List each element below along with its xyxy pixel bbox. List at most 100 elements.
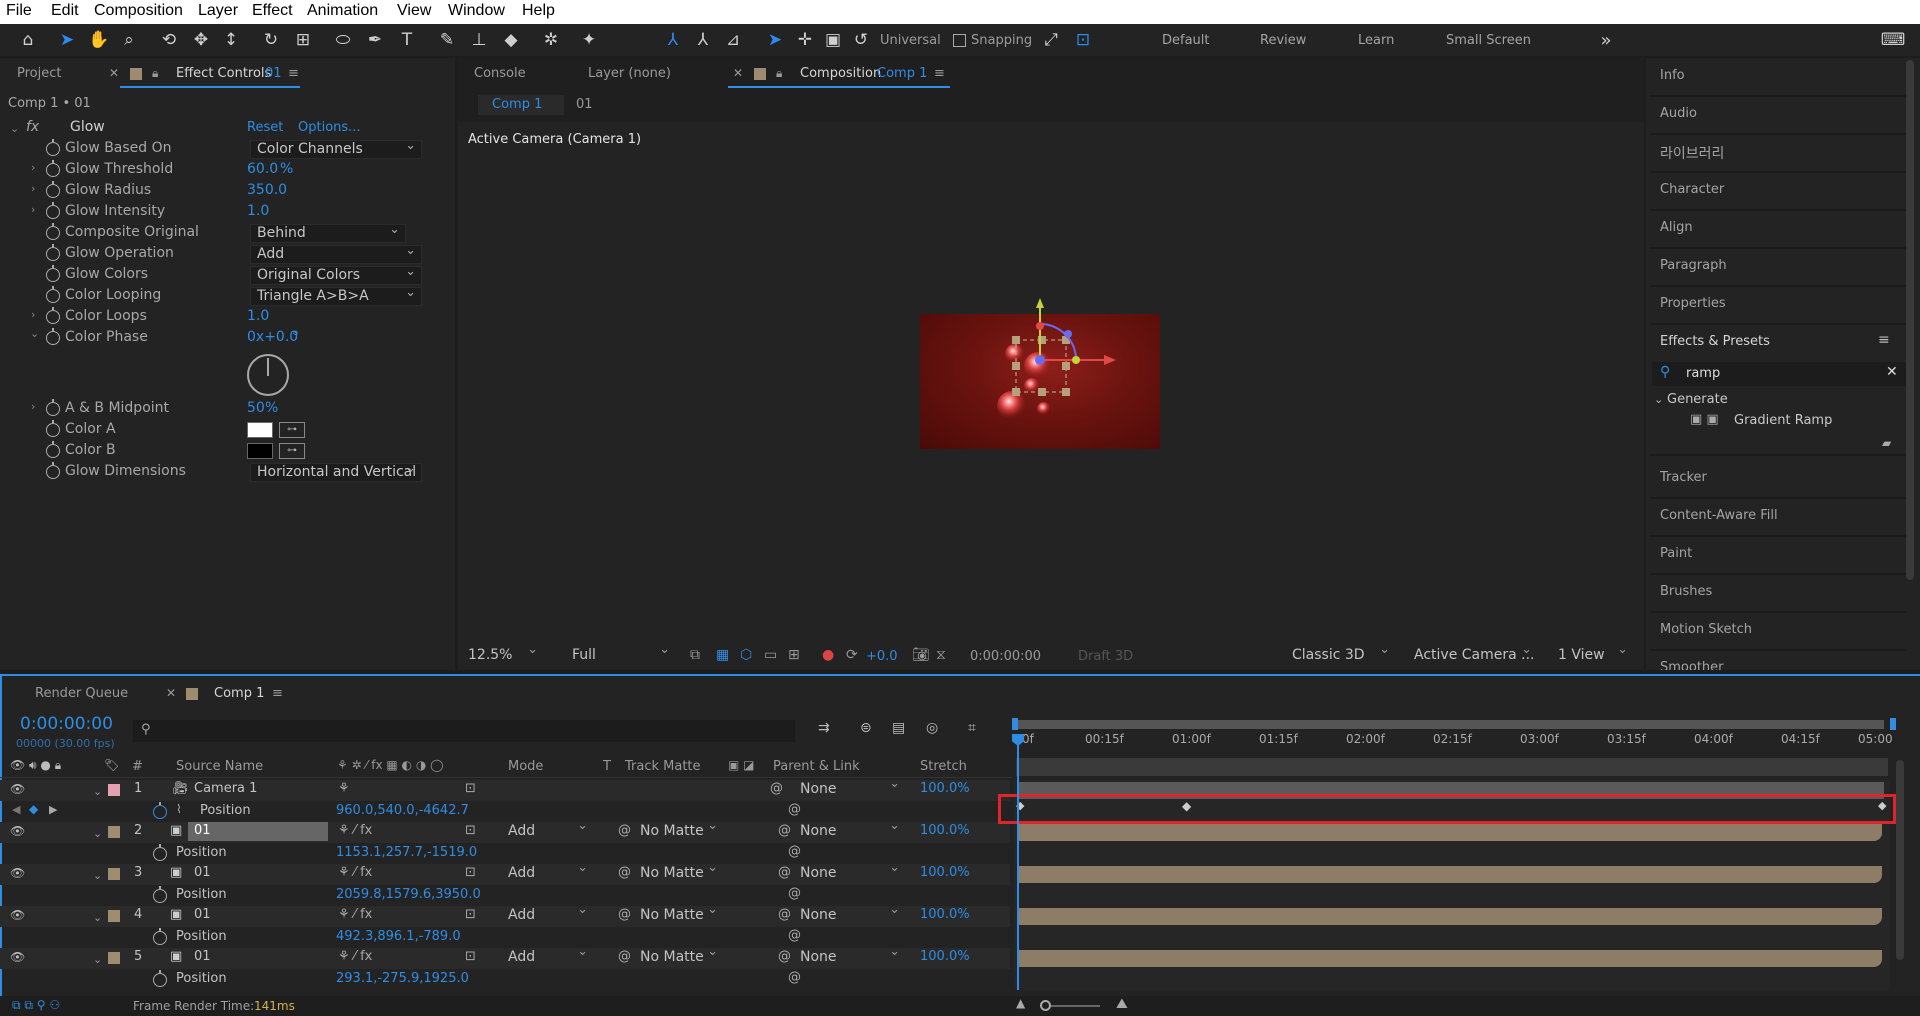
- stopwatch-icon[interactable]: [46, 265, 60, 282]
- orbit-camera-tool-icon[interactable]: ⟲: [156, 27, 182, 53]
- snapping-checkbox[interactable]: [953, 34, 966, 47]
- tab-effect-controls[interactable]: Effect Controls: [176, 66, 271, 81]
- expression-icon[interactable]: @: [788, 886, 801, 901]
- close-tab-icon[interactable]: ✕: [166, 686, 176, 700]
- snap-grid-icon[interactable]: ⊡: [1070, 27, 1096, 53]
- panel-menu-icon[interactable]: ≡: [934, 66, 945, 81]
- panel-menu-icon[interactable]: ≡: [288, 66, 299, 81]
- stretch-value[interactable]: 100.0%: [920, 949, 970, 964]
- view-layout-dropdown[interactable]: 1 View: [1558, 642, 1630, 665]
- glow-radius-value[interactable]: 350.0: [247, 182, 287, 198]
- add-keyframe-icon[interactable]: ◆: [29, 802, 38, 816]
- glow-dimensions-dropdown[interactable]: Horizontal and Vertical: [250, 460, 422, 482]
- eraser-tool-icon[interactable]: ◆: [498, 27, 524, 53]
- work-area-start-handle[interactable]: [1012, 718, 1018, 730]
- stopwatch-icon[interactable]: [46, 202, 60, 219]
- eyedropper-icon[interactable]: ⊶: [279, 443, 305, 459]
- lock-icon[interactable]: 🔒︎: [152, 66, 158, 81]
- expression-icon[interactable]: @: [788, 928, 801, 943]
- pen-tool-icon[interactable]: ✒: [362, 27, 388, 53]
- snap-options-icon[interactable]: ⤢: [1038, 27, 1064, 53]
- parent-dropdown[interactable]: None: [800, 860, 902, 883]
- track-matte-pick-whip-icon[interactable]: @: [618, 823, 631, 838]
- reset-link[interactable]: Reset: [247, 120, 283, 135]
- tab-comp-1[interactable]: Comp 1: [214, 686, 264, 701]
- parent-dropdown[interactable]: None: [800, 818, 902, 841]
- 3d-scale-tool-icon[interactable]: ▣: [820, 27, 846, 53]
- effects-category-generate[interactable]: Generate: [1667, 392, 1728, 407]
- stopwatch-icon[interactable]: [46, 441, 60, 458]
- position-value[interactable]: 1153.1,257.7,-1519.0: [336, 845, 477, 860]
- dolly-camera-tool-icon[interactable]: ↕: [218, 27, 244, 53]
- layer-switches-icon[interactable]: ⚘ ⁄ fx: [338, 907, 372, 922]
- eyedropper-icon[interactable]: ⊶: [279, 422, 305, 438]
- expand-caret[interactable]: ›: [31, 400, 35, 413]
- eye-icon[interactable]: 👁︎: [10, 824, 25, 838]
- stopwatch-icon[interactable]: [153, 886, 167, 903]
- zoom-in-icon[interactable]: ⛰: [1116, 996, 1128, 1012]
- snapshot-icon[interactable]: 📷︎: [912, 647, 930, 663]
- properties-panel-header[interactable]: Properties: [1660, 296, 1726, 311]
- smoother-panel-header[interactable]: Smoother: [1660, 660, 1724, 670]
- clone-stamp-tool-icon[interactable]: ⊥: [466, 27, 492, 53]
- frame-blending-icon[interactable]: ▤: [892, 720, 905, 736]
- label-color-swatch[interactable]: [108, 952, 120, 964]
- paragraph-panel-header[interactable]: Paragraph: [1660, 258, 1727, 273]
- prev-keyframe-icon[interactable]: ◀: [12, 803, 20, 816]
- libraries-panel-header[interactable]: 라이브러리: [1660, 143, 1724, 163]
- show-snapshot-icon[interactable]: ⧖: [936, 647, 946, 663]
- menu-layer[interactable]: Layer: [198, 2, 238, 20]
- zoom-tool-icon[interactable]: ⌕: [116, 27, 142, 53]
- layer-duration-bar[interactable]: [1018, 824, 1882, 841]
- menu-file[interactable]: File: [6, 2, 32, 20]
- position-value[interactable]: 293.1,-275.9,1925.0: [336, 971, 469, 986]
- blend-mode-dropdown[interactable]: Add: [508, 902, 590, 925]
- 3d-layer-switch-icon[interactable]: ⊡: [465, 781, 476, 796]
- type-tool-icon[interactable]: T: [394, 27, 420, 53]
- ellipse-tool-icon[interactable]: ⬭: [330, 27, 356, 53]
- pick-whip-icon[interactable]: @: [778, 907, 791, 922]
- layer-switches-icon[interactable]: ⚘ ⁄ fx: [338, 949, 372, 964]
- color-loops-value[interactable]: 1.0: [247, 308, 269, 324]
- expand-caret[interactable]: ›: [31, 182, 35, 195]
- track-matte-dropdown[interactable]: No Matte: [640, 944, 720, 967]
- paint-panel-header[interactable]: Paint: [1660, 546, 1692, 561]
- expression-icon[interactable]: @: [788, 844, 801, 859]
- track-matte-pick-whip-icon[interactable]: @: [618, 865, 631, 880]
- layer-duration-bar[interactable]: [1018, 950, 1882, 967]
- home-icon[interactable]: ⌂: [15, 27, 41, 53]
- layer-name[interactable]: 01: [194, 907, 211, 922]
- new-preset-icon[interactable]: ▰: [1882, 436, 1891, 450]
- character-panel-header[interactable]: Character: [1660, 182, 1724, 197]
- collapse-caret[interactable]: ⌄: [30, 327, 39, 340]
- menu-animation[interactable]: Animation: [307, 2, 378, 20]
- pick-whip-icon[interactable]: @: [778, 949, 791, 964]
- workspace-default[interactable]: Default: [1162, 33, 1210, 48]
- composition-navigator[interactable]: [1016, 758, 1888, 776]
- collapse-caret[interactable]: ⌄: [93, 785, 102, 798]
- transparency-grid-icon[interactable]: ▦: [716, 647, 729, 663]
- time-ruler[interactable]: 0f 00:15f 01:00f 01:15f 02:00f 02:15f 03…: [1012, 718, 1896, 778]
- next-keyframe-icon[interactable]: ▶: [49, 803, 57, 816]
- region-of-interest-icon[interactable]: ▭: [764, 647, 777, 663]
- view-axis-mode-icon[interactable]: ⊿: [720, 27, 746, 53]
- layer-row[interactable]: 👁︎ ⌄ 2 ▣ 01 ⚘ ⁄ fx ⊡ Add @ No Matte @ No…: [0, 818, 1010, 843]
- close-tab-icon[interactable]: ✕: [109, 66, 119, 80]
- tab-render-queue[interactable]: Render Queue: [35, 686, 128, 701]
- color-b-swatch[interactable]: [247, 443, 273, 459]
- stopwatch-icon[interactable]: [46, 223, 60, 240]
- eye-icon[interactable]: 👁︎: [10, 782, 25, 796]
- glow-based-on-dropdown[interactable]: Color Channels: [250, 137, 422, 159]
- roto-brush-tool-icon[interactable]: ✲: [538, 27, 564, 53]
- puppet-pin-tool-icon[interactable]: ✦: [576, 27, 602, 53]
- workspace-learn[interactable]: Learn: [1358, 33, 1394, 48]
- layer-row[interactable]: 👁︎ ⌄ 3 ▣ 01 ⚘ ⁄ fx ⊡ Add @ No Matte @ No…: [0, 860, 1010, 885]
- pick-whip-icon[interactable]: @: [778, 865, 791, 880]
- workspace-small-screen[interactable]: Small Screen: [1446, 33, 1531, 48]
- zoom-slider[interactable]: [1046, 1005, 1100, 1007]
- panel-menu-icon[interactable]: ≡: [272, 686, 283, 701]
- expand-caret[interactable]: ›: [31, 203, 35, 216]
- audio-panel-header[interactable]: Audio: [1660, 106, 1697, 121]
- layer-name[interactable]: 01: [194, 949, 211, 964]
- stopwatch-icon[interactable]: [46, 181, 60, 198]
